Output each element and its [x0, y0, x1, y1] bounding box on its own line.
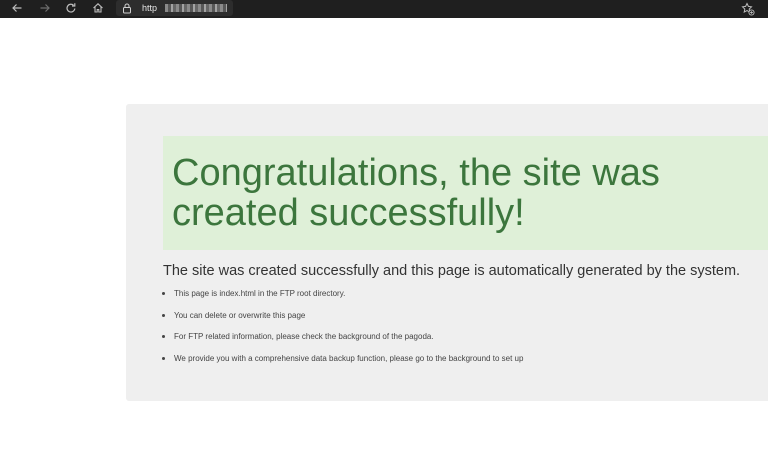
browser-toolbar: http [0, 0, 768, 18]
url-redacted [165, 4, 227, 12]
lock-icon[interactable] [122, 3, 132, 14]
list-item: We provide you with a comprehensive data… [160, 353, 523, 364]
add-favorite-icon[interactable] [740, 1, 756, 17]
page-subheading: The site was created successfully and th… [163, 263, 741, 279]
home-icon[interactable] [90, 0, 106, 16]
list-item: You can delete or overwrite this page [160, 310, 523, 321]
page-title: Congratulations, the site was created su… [172, 152, 660, 234]
info-list: This page is index.html in the FTP root … [160, 288, 523, 374]
forward-arrow-icon[interactable] [37, 0, 53, 16]
url-text: http [142, 3, 158, 13]
list-item: For FTP related information, please chec… [160, 331, 523, 342]
list-item: This page is index.html in the FTP root … [160, 288, 523, 299]
address-bar[interactable]: http [116, 0, 233, 16]
back-arrow-icon[interactable] [9, 0, 25, 16]
reload-icon[interactable] [63, 0, 79, 16]
